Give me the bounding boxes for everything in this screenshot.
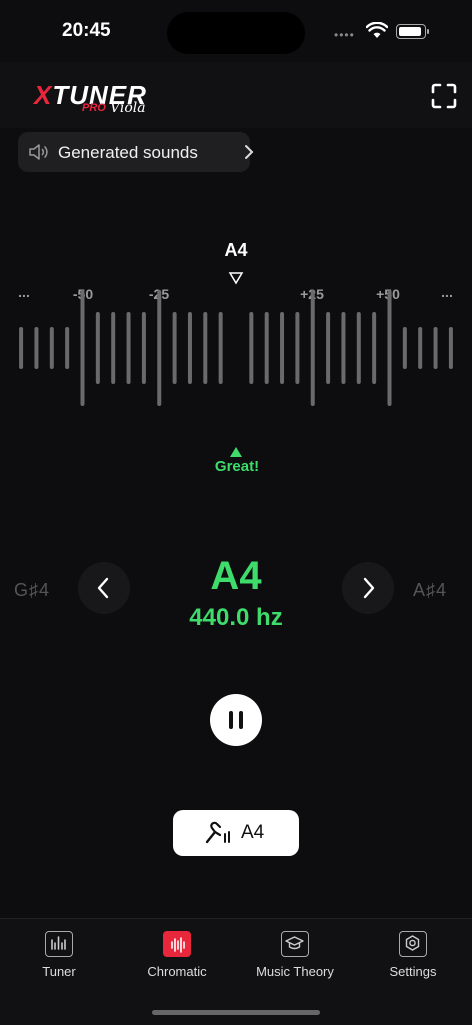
battery-icon bbox=[396, 24, 429, 39]
tab-tuner[interactable]: Tuner bbox=[0, 931, 118, 991]
meter-scale bbox=[19, 272, 453, 457]
tuning-fork-icon bbox=[205, 821, 230, 844]
next-note-button[interactable] bbox=[342, 562, 394, 614]
tuning-meter: A4 ... -50 -25 +25 +50 ... Great! bbox=[0, 230, 472, 490]
tuning-status: Great! bbox=[214, 458, 260, 475]
speaker-icon bbox=[29, 144, 48, 160]
pause-button[interactable] bbox=[210, 694, 262, 746]
pause-icon-bar bbox=[239, 711, 243, 729]
dynamic-island bbox=[167, 12, 305, 54]
fullscreen-icon[interactable] bbox=[430, 82, 458, 110]
reference-tone-button[interactable]: A4 bbox=[173, 810, 299, 856]
wifi-icon bbox=[366, 22, 388, 38]
tab-settings-label: Settings bbox=[389, 964, 437, 979]
tab-music-theory[interactable]: Music Theory bbox=[236, 931, 354, 991]
status-bar: 20:45 •••• bbox=[0, 0, 472, 62]
next-note-label: A♯4 bbox=[413, 580, 448, 600]
logo-pro-badge: PRO bbox=[82, 102, 106, 114]
status-time: 20:45 bbox=[62, 20, 111, 41]
gear-icon bbox=[399, 931, 427, 957]
chevron-left-icon bbox=[97, 577, 109, 599]
graduation-cap-icon bbox=[281, 931, 309, 957]
home-indicator bbox=[152, 1010, 320, 1015]
tuner-icon bbox=[45, 931, 73, 957]
tab-music-theory-label: Music Theory bbox=[256, 964, 334, 979]
logo-instrument: Viola bbox=[110, 100, 146, 116]
detected-frequency: 440.0 hz bbox=[189, 604, 283, 631]
previous-note-button[interactable] bbox=[78, 562, 130, 614]
generated-sounds-label: Generated sounds bbox=[58, 143, 198, 162]
note-selector: G♯4 A4 440.0 hz A♯4 bbox=[0, 550, 472, 650]
needle-marker-icon bbox=[230, 447, 242, 457]
tab-chromatic[interactable]: Chromatic bbox=[118, 931, 236, 991]
tab-settings[interactable]: Settings bbox=[354, 931, 472, 991]
tab-tuner-label: Tuner bbox=[42, 964, 76, 979]
cellular-signal-icon: •••• bbox=[334, 28, 355, 42]
generated-sounds-button[interactable]: Generated sounds bbox=[18, 132, 254, 172]
previous-note-label: G♯4 bbox=[14, 580, 51, 600]
tab-chromatic-label: Chromatic bbox=[147, 964, 207, 979]
tab-bar: Tuner Chromatic Music Theory Settings bbox=[0, 918, 472, 1025]
chevron-right-icon bbox=[245, 145, 254, 159]
chromatic-icon bbox=[163, 931, 191, 957]
pause-icon bbox=[229, 711, 233, 729]
target-marker-icon bbox=[228, 272, 244, 285]
detected-note: A4 bbox=[210, 554, 262, 598]
reference-tone-label: A4 bbox=[241, 822, 265, 843]
chevron-right-icon bbox=[363, 577, 375, 599]
